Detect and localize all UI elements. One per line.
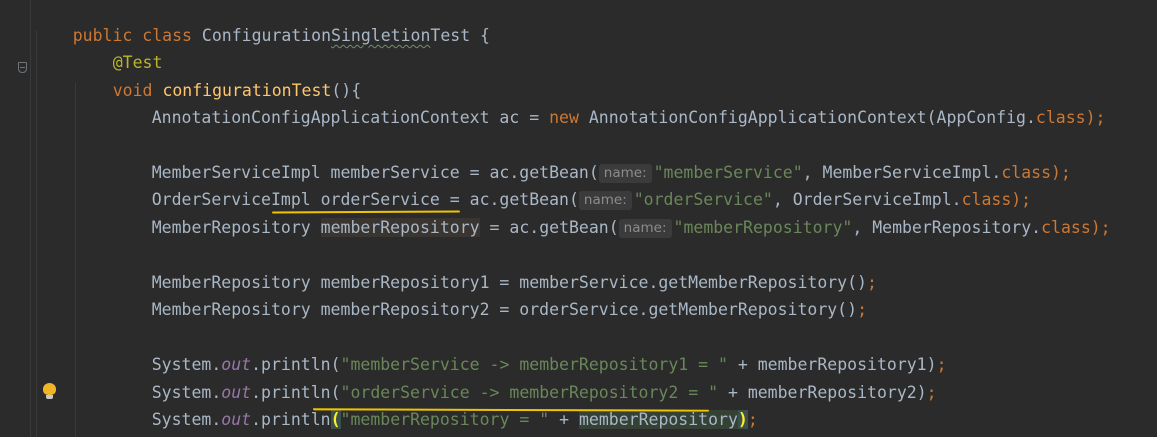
code-text: AnnotationConfigApplicationContext ac =: [151, 108, 550, 127]
keyword-new: new: [549, 108, 579, 127]
class-name-part: Test {: [430, 26, 490, 45]
code-line-print3[interactable]: System.out.println("memberRepository = "…: [112, 384, 758, 429]
string-literal: "memberRepository = ": [340, 410, 550, 429]
code-line-order-service[interactable]: OrderServiceImpl orderService = ac.getBe…: [112, 164, 1031, 210]
code-line-print1[interactable]: System.out.println("memberService -> mem…: [112, 329, 947, 374]
code-punct: ;: [936, 355, 947, 374]
code-line-member-service[interactable]: MemberServiceImpl memberService = ac.get…: [112, 137, 1071, 183]
gutter-divider: [30, 0, 31, 437]
lightbulb-icon[interactable]: [43, 383, 56, 400]
string-literal: "memberRepository": [673, 218, 853, 237]
code-text: +: [549, 410, 579, 429]
code-text: MemberRepository: [151, 218, 321, 237]
keyword-class: class: [1041, 218, 1091, 237]
static-field-out: out: [221, 410, 252, 429]
code-line-class-declaration[interactable]: public class ConfigurationSingletionTest…: [33, 0, 490, 45]
code-punct: );: [1090, 218, 1111, 237]
variable-member-repository-usage[interactable]: memberRepository: [578, 410, 738, 429]
code-editor[interactable]: public class ConfigurationSingletionTest…: [0, 0, 1157, 437]
code-line-print2[interactable]: System.out.println("orderService -> memb…: [112, 357, 937, 402]
code-text: , MemberRepository.: [852, 218, 1042, 237]
code-punct: ;: [926, 383, 937, 402]
matched-paren-open: (: [330, 410, 341, 429]
code-line-context[interactable]: AnnotationConfigApplicationContext ac = …: [112, 82, 1106, 127]
code-text: MemberRepository memberRepository2 = ord…: [151, 300, 858, 319]
code-punct: ;: [857, 300, 867, 319]
matched-paren-close: ): [737, 410, 748, 429]
code-punct: );: [1051, 163, 1071, 182]
class-name-typo: Singletion: [331, 26, 431, 45]
fold-marker-icon[interactable]: [18, 62, 27, 73]
class-name-part: Configuration: [201, 26, 332, 45]
keyword-class: class: [1035, 108, 1086, 127]
lightbulb-base: [46, 395, 53, 399]
code-line-member-repository[interactable]: MemberRepository memberRepository = ac.g…: [112, 192, 1111, 238]
code-text: AnnotationConfigApplicationContext(AppCo…: [578, 108, 1036, 127]
lightbulb-glass: [43, 383, 56, 395]
code-line-method-declaration[interactable]: void configurationTest(){: [73, 55, 361, 100]
code-text: = ac.getBean(: [479, 218, 619, 237]
code-text: System.: [151, 410, 222, 429]
code-line-repo2[interactable]: MemberRepository memberRepository2 = ord…: [112, 274, 867, 319]
code-text: .println: [251, 410, 331, 429]
indent-guide: [36, 30, 37, 437]
variable-member-repository[interactable]: memberRepository: [320, 218, 480, 237]
code-line-repo1[interactable]: MemberRepository memberRepository1 = mem…: [112, 247, 877, 292]
code-line-annotation[interactable]: @Test: [73, 27, 163, 72]
code-punct: );: [1085, 108, 1106, 127]
indent-guide: [75, 83, 76, 437]
code-punct: ;: [747, 410, 758, 429]
code-punct: ;: [867, 273, 877, 292]
parameter-hint: name:: [618, 219, 672, 238]
